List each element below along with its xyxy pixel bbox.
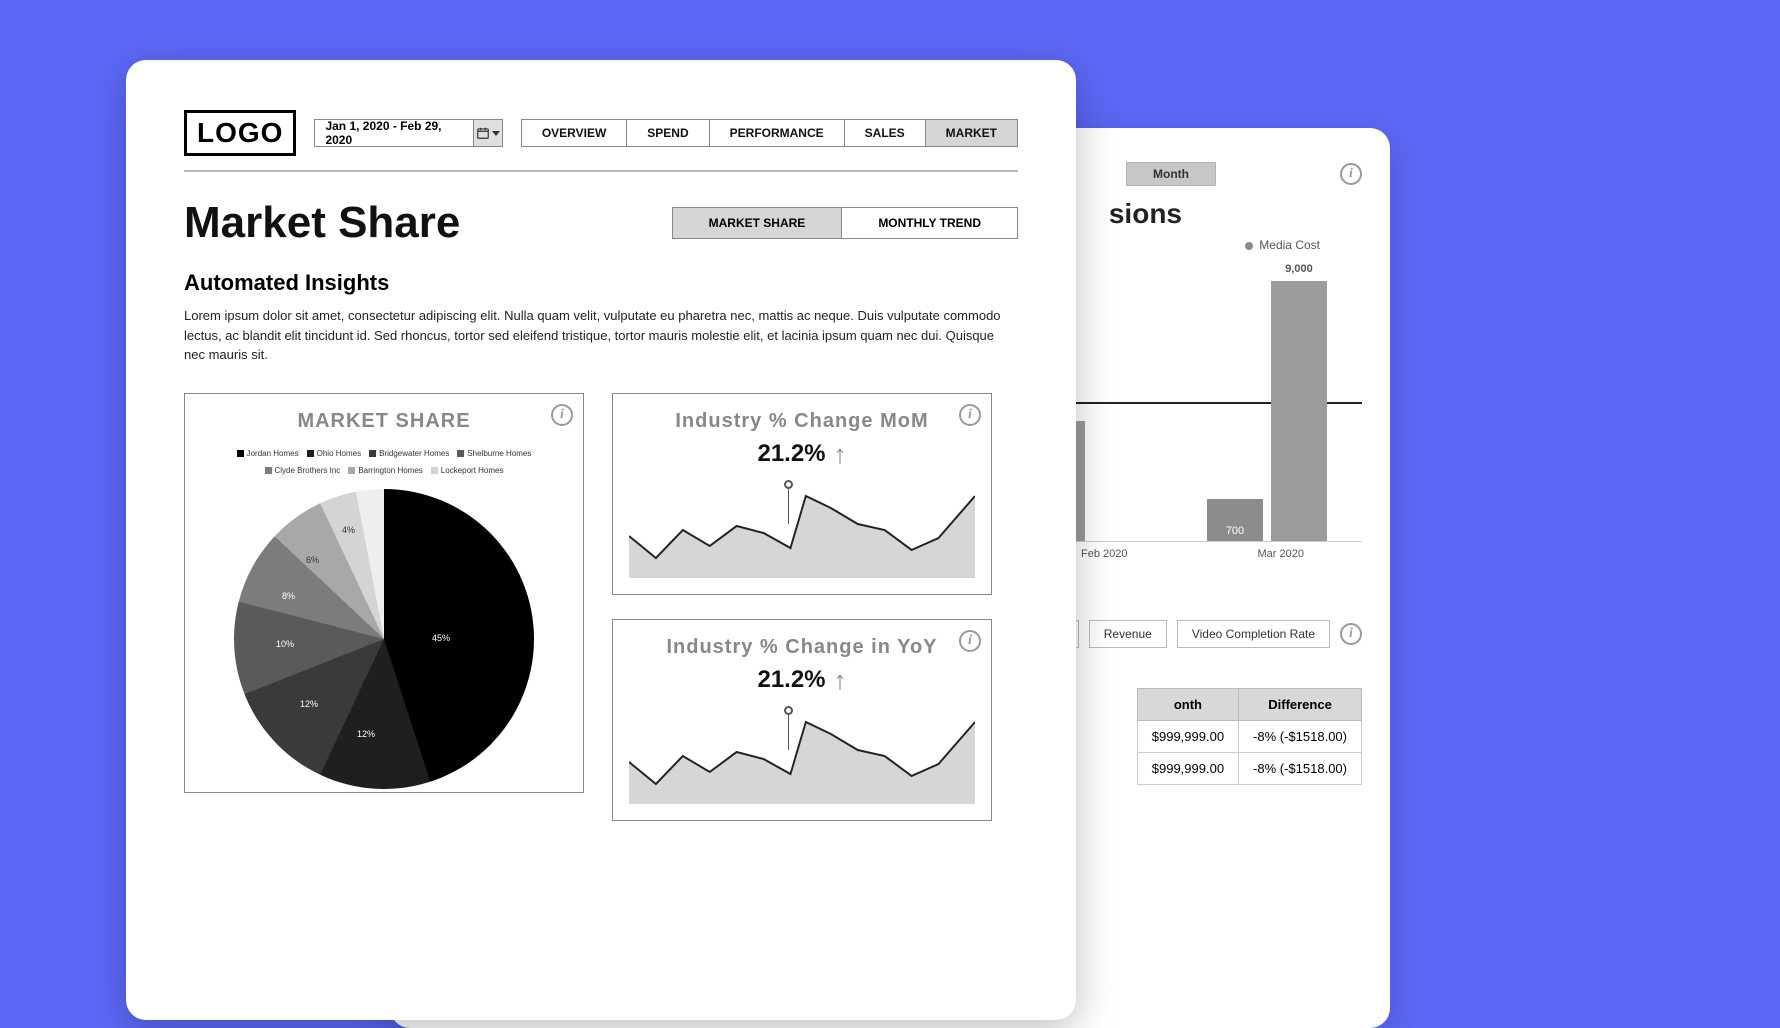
pie-legend: Jordan Homes Ohio Homes Bridgewater Home… (201, 449, 567, 475)
yoy-value: 21.2% ↑ (629, 665, 975, 696)
back-data-table: onth Difference $999,999.00-8% (-$1518.0… (1137, 688, 1362, 785)
main-dashboard-card: LOGO Jan 1, 2020 - Feb 29, 2020 OVERVIEW… (126, 60, 1076, 1020)
nav-sales[interactable]: SALES (845, 120, 926, 146)
bar-mar-large: 9,000 (1271, 281, 1327, 541)
toggle-market-share[interactable]: MARKET SHARE (673, 208, 842, 238)
logo: LOGO (184, 110, 296, 156)
metric-button-revenue[interactable]: Revenue (1089, 620, 1167, 648)
chevron-down-icon (492, 131, 500, 136)
nav-spend[interactable]: SPEND (627, 120, 709, 146)
info-icon[interactable]: i (1340, 163, 1362, 185)
date-range-text: Jan 1, 2020 - Feb 29, 2020 (315, 120, 473, 146)
nav-overview[interactable]: OVERVIEW (522, 120, 627, 146)
info-icon[interactable]: i (959, 404, 981, 426)
toggle-monthly-trend[interactable]: MONTHLY TREND (841, 208, 1017, 238)
info-icon[interactable]: i (959, 630, 981, 652)
insights-description: Lorem ipsum dolor sit amet, consectetur … (184, 306, 1004, 365)
pie-chart: 45% 12% 12% 10% 8% 6% 4% (234, 489, 534, 789)
insights-heading: Automated Insights (184, 270, 1018, 296)
arrow-up-icon: ↑ (834, 665, 847, 696)
mom-change-tile: i Industry % Change MoM 21.2% ↑ (612, 393, 992, 595)
bar-mar-small: 700 (1207, 499, 1263, 541)
tile-title: MARKET SHARE (201, 410, 567, 433)
mom-sparkline (629, 478, 975, 578)
view-toggle: MARKET SHARE MONTHLY TREND (672, 207, 1018, 239)
nav-market[interactable]: MARKET (926, 120, 1017, 146)
market-share-tile: i MARKET SHARE Jordan Homes Ohio Homes B… (184, 393, 584, 793)
table-header: Difference (1239, 689, 1362, 721)
divider (184, 170, 1018, 172)
date-range-picker[interactable]: Jan 1, 2020 - Feb 29, 2020 (314, 119, 502, 147)
tile-title: Industry % Change MoM (629, 410, 975, 433)
month-tab[interactable]: Month (1126, 162, 1216, 186)
main-nav: OVERVIEW SPEND PERFORMANCE SALES MARKET (521, 119, 1018, 147)
tile-title: Industry % Change in YoY (629, 636, 975, 659)
yoy-sparkline (629, 704, 975, 804)
yoy-change-tile: i Industry % Change in YoY 21.2% ↑ (612, 619, 992, 821)
metric-button-video-completion[interactable]: Video Completion Rate (1177, 620, 1330, 648)
header-bar: LOGO Jan 1, 2020 - Feb 29, 2020 OVERVIEW… (184, 110, 1018, 156)
info-icon[interactable]: i (551, 404, 573, 426)
nav-performance[interactable]: PERFORMANCE (710, 120, 845, 146)
info-icon[interactable]: i (1340, 623, 1362, 645)
table-row: $999,999.00-8% (-$1518.00) (1137, 753, 1361, 785)
table-header: onth (1137, 689, 1238, 721)
arrow-up-icon: ↑ (834, 439, 847, 470)
page-title: Market Share (184, 198, 672, 248)
calendar-icon[interactable] (473, 120, 501, 146)
mom-value: 21.2% ↑ (629, 439, 975, 470)
table-row: $999,999.00-8% (-$1518.00) (1137, 721, 1361, 753)
